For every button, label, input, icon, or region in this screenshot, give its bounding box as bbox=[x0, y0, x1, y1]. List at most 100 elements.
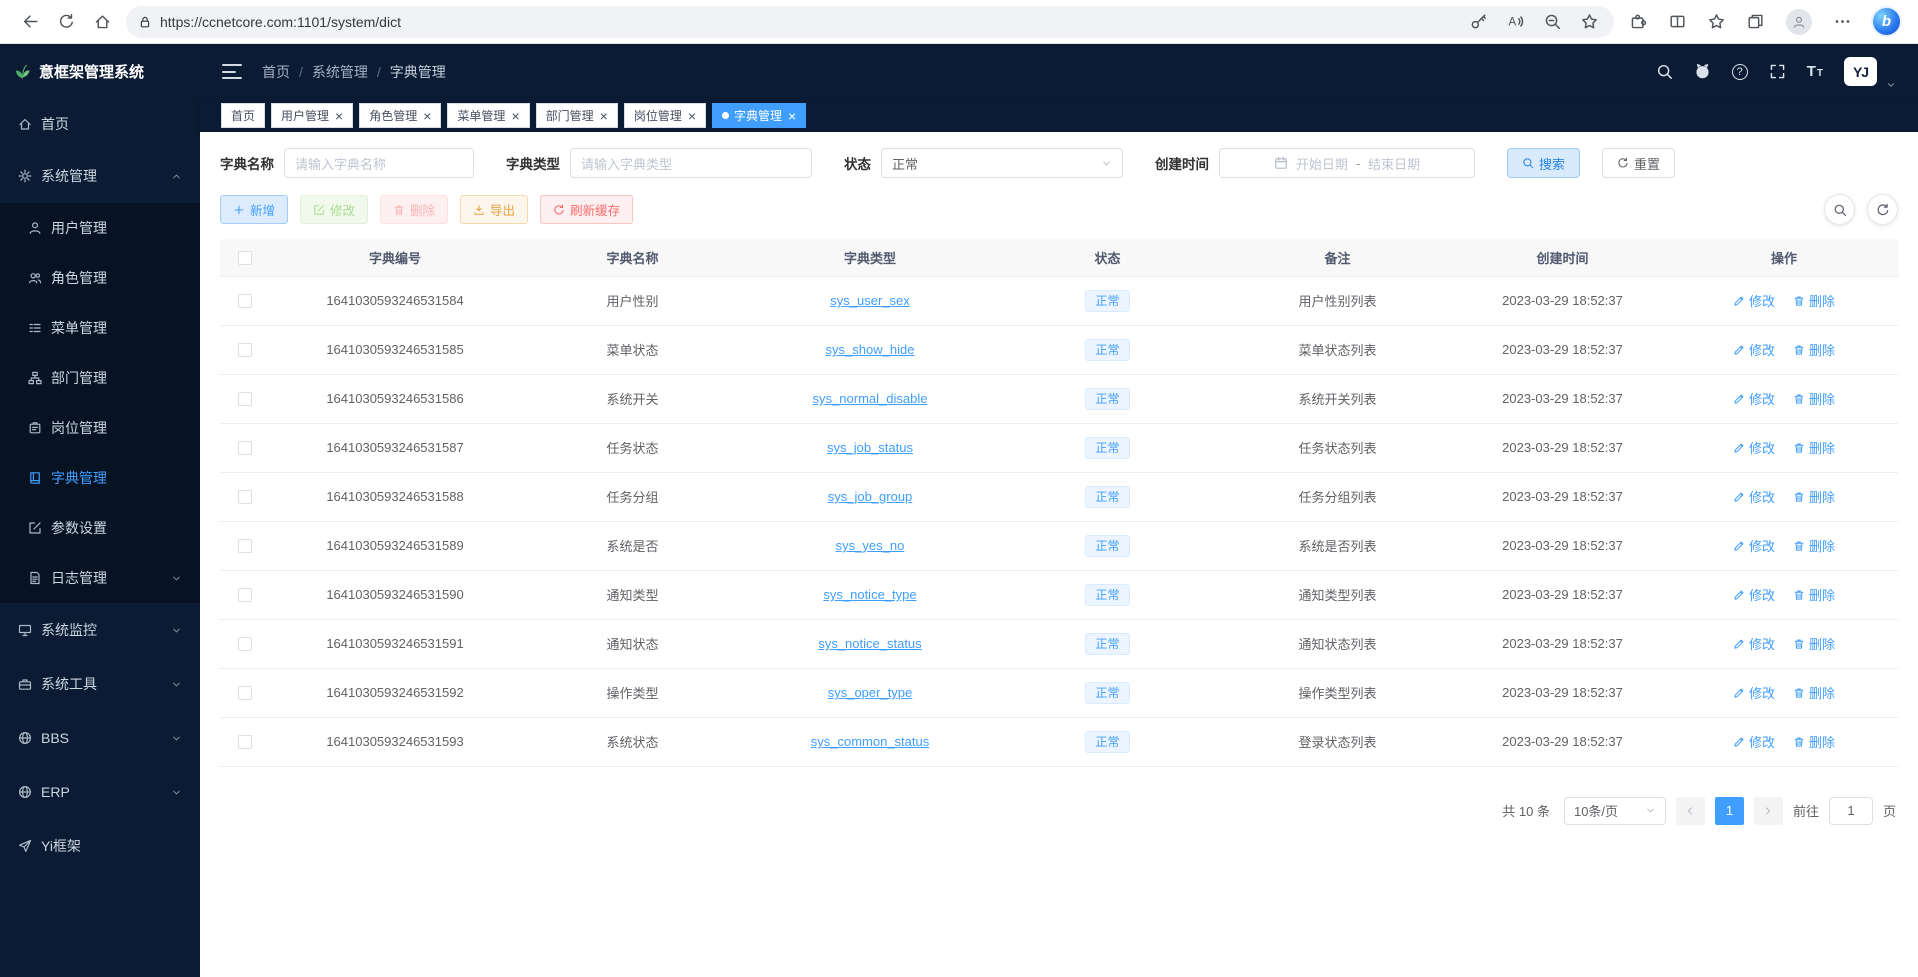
extensions-icon[interactable] bbox=[1630, 13, 1647, 30]
status-select[interactable]: 正常 bbox=[881, 148, 1123, 178]
row-delete-action[interactable]: 删除 bbox=[1793, 340, 1835, 359]
row-checkbox[interactable] bbox=[238, 735, 252, 749]
row-checkbox[interactable] bbox=[238, 490, 252, 504]
dict-type-link[interactable]: sys_oper_type bbox=[828, 685, 913, 700]
row-delete-action[interactable]: 删除 bbox=[1793, 389, 1835, 408]
copilot-bing-icon[interactable]: b bbox=[1873, 8, 1900, 35]
toggle-search-button[interactable] bbox=[1824, 194, 1855, 225]
row-delete-action[interactable]: 删除 bbox=[1793, 438, 1835, 457]
github-icon[interactable] bbox=[1694, 63, 1711, 80]
browser-menu-icon[interactable] bbox=[1834, 13, 1851, 30]
tab-post-mgmt[interactable]: 岗位管理× bbox=[624, 103, 706, 128]
select-all-checkbox[interactable] bbox=[238, 251, 252, 265]
browser-home-button[interactable] bbox=[84, 5, 120, 39]
sidebar-item-bbs[interactable]: BBS bbox=[0, 711, 200, 765]
export-button[interactable]: 导出 bbox=[460, 195, 528, 224]
tab-user-mgmt[interactable]: 用户管理× bbox=[271, 103, 353, 128]
favorite-star-icon[interactable] bbox=[1581, 13, 1598, 30]
tab-dict-mgmt[interactable]: 字典管理× bbox=[712, 103, 806, 128]
search-button[interactable]: 搜索 bbox=[1507, 148, 1580, 178]
breadcrumb-home[interactable]: 首页 bbox=[262, 62, 290, 82]
sidebar-item-dept-mgmt[interactable]: 部门管理 bbox=[0, 353, 200, 403]
close-icon[interactable]: × bbox=[511, 109, 519, 123]
password-key-icon[interactable] bbox=[1470, 13, 1487, 30]
row-delete-action[interactable]: 删除 bbox=[1793, 536, 1835, 555]
browser-profile-avatar[interactable] bbox=[1786, 9, 1812, 35]
dict-type-link[interactable]: sys_job_group bbox=[828, 489, 913, 504]
browser-refresh-button[interactable] bbox=[48, 5, 84, 39]
sidebar-item-role-mgmt[interactable]: 角色管理 bbox=[0, 253, 200, 303]
prev-page-button[interactable] bbox=[1676, 797, 1705, 825]
sidebar-item-system-mgmt[interactable]: 系统管理 bbox=[0, 149, 200, 203]
row-delete-action[interactable]: 删除 bbox=[1793, 487, 1835, 506]
page-number-1[interactable]: 1 bbox=[1715, 797, 1744, 825]
help-icon[interactable]: ? bbox=[1732, 64, 1748, 80]
column-header[interactable]: 创建时间 bbox=[1455, 239, 1670, 276]
hamburger-menu-icon[interactable] bbox=[222, 64, 242, 79]
row-delete-action[interactable]: 删除 bbox=[1793, 585, 1835, 604]
close-icon[interactable]: × bbox=[788, 109, 796, 123]
sidebar-item-post-mgmt[interactable]: 岗位管理 bbox=[0, 403, 200, 453]
page-size-select[interactable]: 10条/页 bbox=[1564, 797, 1666, 825]
url-text[interactable]: https://ccnetcore.com:1101/system/dict bbox=[160, 14, 1470, 30]
tab-menu-mgmt[interactable]: 菜单管理× bbox=[447, 103, 529, 128]
tab-home[interactable]: 首页 bbox=[221, 103, 265, 128]
sidebar-item-yi-framework[interactable]: Yi框架 bbox=[0, 819, 200, 873]
dict-type-link[interactable]: sys_show_hide bbox=[826, 342, 915, 357]
row-edit-action[interactable]: 修改 bbox=[1733, 389, 1775, 408]
breadcrumb-system[interactable]: 系统管理 bbox=[312, 62, 368, 82]
header-search-icon[interactable] bbox=[1656, 63, 1673, 80]
row-checkbox[interactable] bbox=[238, 686, 252, 700]
user-avatar[interactable]: YJ bbox=[1844, 57, 1877, 86]
sidebar-item-system-tools[interactable]: 系统工具 bbox=[0, 657, 200, 711]
column-header[interactable]: 状态 bbox=[995, 239, 1220, 276]
close-icon[interactable]: × bbox=[335, 109, 343, 123]
dict-type-input[interactable]: 请输入字典类型 bbox=[570, 148, 812, 178]
sidebar-item-param-settings[interactable]: 参数设置 bbox=[0, 503, 200, 553]
row-checkbox[interactable] bbox=[238, 441, 252, 455]
read-aloud-icon[interactable]: A bbox=[1507, 13, 1524, 30]
zoom-out-icon[interactable] bbox=[1544, 13, 1561, 30]
row-edit-action[interactable]: 修改 bbox=[1733, 291, 1775, 310]
dict-type-link[interactable]: sys_common_status bbox=[811, 734, 930, 749]
goto-page-input[interactable]: 1 bbox=[1829, 797, 1873, 825]
row-delete-action[interactable]: 删除 bbox=[1793, 732, 1835, 751]
refresh-table-button[interactable] bbox=[1867, 194, 1898, 225]
sidebar-item-system-monitor[interactable]: 系统监控 bbox=[0, 603, 200, 657]
row-checkbox[interactable] bbox=[238, 588, 252, 602]
sidebar-item-erp[interactable]: ERP bbox=[0, 765, 200, 819]
browser-back-button[interactable] bbox=[12, 5, 48, 39]
dict-type-link[interactable]: sys_job_status bbox=[827, 440, 913, 455]
dict-name-input[interactable]: 请输入字典名称 bbox=[284, 148, 474, 178]
add-button[interactable]: 新增 bbox=[220, 195, 288, 224]
row-delete-action[interactable]: 删除 bbox=[1793, 634, 1835, 653]
row-edit-action[interactable]: 修改 bbox=[1733, 536, 1775, 555]
sidebar-item-user-mgmt[interactable]: 用户管理 bbox=[0, 203, 200, 253]
row-edit-action[interactable]: 修改 bbox=[1733, 487, 1775, 506]
reset-button[interactable]: 重置 bbox=[1602, 148, 1675, 178]
row-checkbox[interactable] bbox=[238, 343, 252, 357]
row-edit-action[interactable]: 修改 bbox=[1733, 340, 1775, 359]
refresh-cache-button[interactable]: 刷新缓存 bbox=[540, 195, 633, 224]
split-screen-icon[interactable] bbox=[1669, 13, 1686, 30]
row-delete-action[interactable]: 删除 bbox=[1793, 291, 1835, 310]
dict-type-link[interactable]: sys_yes_no bbox=[836, 538, 905, 553]
tab-role-mgmt[interactable]: 角色管理× bbox=[359, 103, 441, 128]
next-page-button[interactable] bbox=[1754, 797, 1783, 825]
font-size-icon[interactable]: TT bbox=[1807, 63, 1823, 80]
address-bar[interactable]: https://ccnetcore.com:1101/system/dict A bbox=[126, 6, 1614, 38]
close-icon[interactable]: × bbox=[688, 109, 696, 123]
collections-icon[interactable] bbox=[1747, 13, 1764, 30]
dict-type-link[interactable]: sys_normal_disable bbox=[813, 391, 928, 406]
row-edit-action[interactable]: 修改 bbox=[1733, 732, 1775, 751]
dict-type-link[interactable]: sys_user_sex bbox=[830, 293, 909, 308]
sidebar-item-log-mgmt[interactable]: 日志管理 bbox=[0, 553, 200, 603]
column-header[interactable]: 字典编号 bbox=[270, 239, 520, 276]
row-checkbox[interactable] bbox=[238, 539, 252, 553]
column-header[interactable]: 备注 bbox=[1220, 239, 1455, 276]
column-header[interactable]: 操作 bbox=[1670, 239, 1898, 276]
column-header[interactable]: 字典名称 bbox=[520, 239, 745, 276]
dict-type-link[interactable]: sys_notice_status bbox=[818, 636, 921, 651]
row-delete-action[interactable]: 删除 bbox=[1793, 683, 1835, 702]
favorites-bar-icon[interactable] bbox=[1708, 13, 1725, 30]
